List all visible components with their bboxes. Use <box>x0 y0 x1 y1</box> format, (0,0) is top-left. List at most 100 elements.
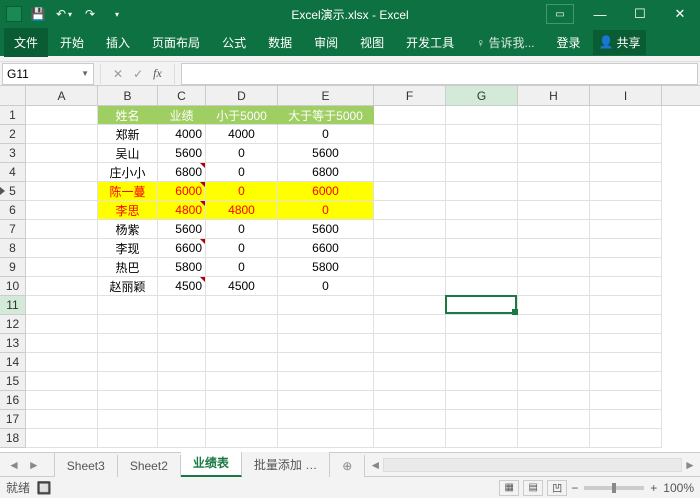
cell[interactable]: 5600 <box>158 144 206 163</box>
login-button[interactable]: 登录 <box>547 28 591 57</box>
cell[interactable] <box>446 106 518 125</box>
close-button[interactable]: ✕ <box>660 0 700 28</box>
cell[interactable] <box>278 410 374 429</box>
cell[interactable] <box>518 315 590 334</box>
cell[interactable] <box>278 372 374 391</box>
cell[interactable] <box>278 429 374 448</box>
cell[interactable] <box>446 277 518 296</box>
spreadsheet-grid[interactable]: A B C D E F G H I 1姓名业绩小于5000大于等于50002郑新… <box>0 86 700 452</box>
scroll-track[interactable] <box>383 458 682 472</box>
cell[interactable] <box>446 163 518 182</box>
cell[interactable] <box>374 410 446 429</box>
cell[interactable] <box>446 201 518 220</box>
cell[interactable] <box>518 106 590 125</box>
cell[interactable] <box>26 315 98 334</box>
cell[interactable] <box>158 296 206 315</box>
sheet-tab-active[interactable]: 业绩表 <box>181 450 242 477</box>
col-header[interactable]: A <box>26 86 98 105</box>
cell[interactable] <box>374 372 446 391</box>
row-header[interactable]: 2 <box>0 125 26 144</box>
share-button[interactable]: 👤共享 <box>593 30 647 55</box>
row-header[interactable]: 9 <box>0 258 26 277</box>
cell[interactable] <box>374 144 446 163</box>
cell[interactable] <box>518 296 590 315</box>
cell[interactable] <box>278 334 374 353</box>
cell[interactable] <box>158 391 206 410</box>
cell[interactable] <box>374 296 446 315</box>
cell[interactable] <box>446 239 518 258</box>
cell[interactable]: 6800 <box>278 163 374 182</box>
tab-formula[interactable]: 公式 <box>212 28 256 57</box>
cell[interactable] <box>518 277 590 296</box>
cell[interactable]: 郑新 <box>98 125 158 144</box>
cell[interactable] <box>374 220 446 239</box>
cell[interactable] <box>446 296 518 315</box>
cell[interactable]: 4500 <box>206 277 278 296</box>
cell[interactable] <box>26 334 98 353</box>
cell[interactable] <box>446 182 518 201</box>
cell[interactable] <box>206 391 278 410</box>
cell[interactable] <box>26 277 98 296</box>
cell[interactable] <box>374 429 446 448</box>
cell[interactable] <box>278 315 374 334</box>
row-header[interactable]: 15 <box>0 372 26 391</box>
cell[interactable] <box>518 163 590 182</box>
cell[interactable]: 5600 <box>278 220 374 239</box>
col-header[interactable]: F <box>374 86 446 105</box>
cell[interactable] <box>374 334 446 353</box>
cell[interactable] <box>446 125 518 144</box>
cell[interactable] <box>590 334 662 353</box>
cell[interactable] <box>518 144 590 163</box>
cell[interactable]: 大于等于5000 <box>278 106 374 125</box>
cell[interactable]: 0 <box>278 201 374 220</box>
cell[interactable]: 4000 <box>206 125 278 144</box>
minimize-button[interactable]: — <box>580 0 620 28</box>
maximize-button[interactable]: ☐ <box>620 0 660 28</box>
cell[interactable] <box>446 372 518 391</box>
row-header[interactable]: 16 <box>0 391 26 410</box>
cell[interactable] <box>374 125 446 144</box>
cell[interactable] <box>278 391 374 410</box>
row-header[interactable]: 3 <box>0 144 26 163</box>
zoom-level[interactable]: 100% <box>663 481 694 495</box>
cell[interactable] <box>26 163 98 182</box>
cell[interactable] <box>590 353 662 372</box>
cell[interactable] <box>590 201 662 220</box>
cell[interactable] <box>374 106 446 125</box>
cell[interactable] <box>518 353 590 372</box>
row-header[interactable]: 13 <box>0 334 26 353</box>
cell[interactable] <box>158 353 206 372</box>
cell[interactable] <box>446 315 518 334</box>
cell[interactable] <box>518 334 590 353</box>
row-header[interactable]: 6 <box>0 201 26 220</box>
tab-layout[interactable]: 页面布局 <box>142 28 210 57</box>
cell[interactable] <box>278 296 374 315</box>
cell[interactable] <box>590 144 662 163</box>
cell[interactable] <box>26 258 98 277</box>
tab-home[interactable]: 开始 <box>50 28 94 57</box>
tab-developer[interactable]: 开发工具 <box>396 28 464 57</box>
cell[interactable]: 庄小小 <box>98 163 158 182</box>
row-header[interactable]: 8 <box>0 239 26 258</box>
cell[interactable]: 5800 <box>278 258 374 277</box>
formula-input[interactable] <box>181 63 698 85</box>
cell[interactable] <box>98 372 158 391</box>
zoom-out-button[interactable]: − <box>571 481 578 495</box>
cell[interactable] <box>446 391 518 410</box>
cell[interactable] <box>26 125 98 144</box>
cell[interactable] <box>98 334 158 353</box>
cell[interactable]: 0 <box>206 182 278 201</box>
save-button[interactable]: 💾 <box>28 4 48 24</box>
cell[interactable] <box>206 410 278 429</box>
view-normal-button[interactable]: ▦ <box>499 480 519 496</box>
cell[interactable] <box>446 220 518 239</box>
cell[interactable] <box>98 296 158 315</box>
cell[interactable] <box>26 182 98 201</box>
cell[interactable] <box>374 391 446 410</box>
cell[interactable]: 4800 <box>158 201 206 220</box>
cell[interactable] <box>374 277 446 296</box>
cell[interactable] <box>590 258 662 277</box>
cell[interactable]: 0 <box>278 277 374 296</box>
cell[interactable] <box>590 125 662 144</box>
row-header[interactable]: 5 <box>0 182 26 201</box>
